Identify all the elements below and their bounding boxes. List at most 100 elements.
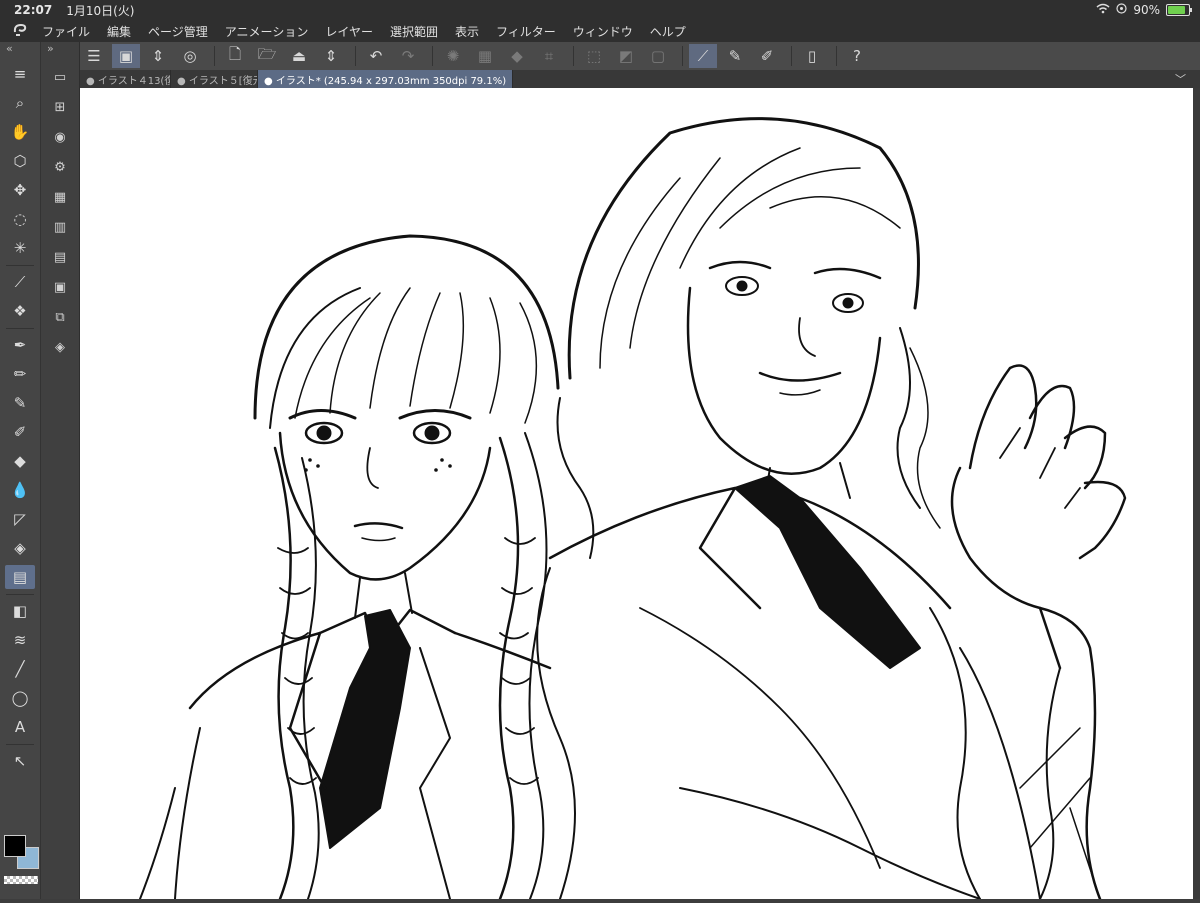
toolbar-separator xyxy=(214,46,215,66)
updown-chevron-icon[interactable]: ⇕ xyxy=(144,44,172,68)
device-icon[interactable]: ▯ xyxy=(798,44,826,68)
canvas-area xyxy=(80,88,1200,901)
tool-palette: « ≡ ⌕ ✋ ⬡ ✥ ◌ ✳ ⟋ ❖ ✒ ✏ ✎ ✐ ◆ 💧 ◸ ◈ ▤ ◧ … xyxy=(0,42,41,899)
tool-property-icon[interactable]: ⚙ xyxy=(47,156,73,178)
transparent-color-swatch[interactable] xyxy=(4,876,38,884)
sketch-artwork xyxy=(139,117,1127,901)
chevron-down-icon[interactable]: ﹀ xyxy=(1175,71,1186,87)
document-tabs: ● イラスト４13(復 ● イラスト５[復元 ● イラスト* (245.94 x… xyxy=(80,70,1200,88)
tab-illust5[interactable]: ● イラスト５[復元 xyxy=(171,70,258,88)
menu-selection[interactable]: 選択範囲 xyxy=(390,23,438,40)
brush-icon[interactable]: ✎ xyxy=(5,391,35,415)
pattern-icon[interactable]: ❖ xyxy=(5,299,35,323)
brush-snap-icon[interactable]: ✎ xyxy=(721,44,749,68)
status-right: 90% xyxy=(1096,0,1192,20)
color-swatches xyxy=(4,835,39,875)
eraser-icon[interactable]: ◆ xyxy=(5,449,35,473)
magic-wand-icon[interactable]: ✳ xyxy=(5,236,35,260)
menu-edit[interactable]: 編集 xyxy=(107,23,131,40)
palette-panel-icon[interactable]: ▭ xyxy=(47,66,73,88)
fill-icon[interactable]: ◆ xyxy=(503,44,531,68)
open-folder-icon[interactable]: 🗁 xyxy=(253,44,281,68)
edit-pen-icon[interactable]: ✐ xyxy=(753,44,781,68)
redo-icon[interactable]: ↷ xyxy=(394,44,422,68)
grid-select-icon[interactable]: ▦ xyxy=(471,44,499,68)
blend-icon[interactable]: 💧 xyxy=(5,478,35,502)
battery-icon xyxy=(1166,4,1192,16)
spiral-icon[interactable]: ◎ xyxy=(176,44,204,68)
tab-illust4[interactable]: ● イラスト４13(復 xyxy=(80,70,171,88)
menu-view[interactable]: 表示 xyxy=(455,23,479,40)
deselect-icon[interactable]: ⬚ xyxy=(580,44,608,68)
object-select-icon[interactable]: ⬡ xyxy=(5,149,35,173)
toolbar-separator xyxy=(573,46,574,66)
collapse-left-icon[interactable]: « xyxy=(6,42,13,60)
operation-icon[interactable]: ↖ xyxy=(5,749,35,773)
layer-stack-icon[interactable]: ≋ xyxy=(5,628,35,652)
tool-separator xyxy=(6,744,34,745)
toolbar-separator xyxy=(682,46,683,66)
toolbar-separator xyxy=(432,46,433,66)
new-canvas-icon[interactable]: ▣ xyxy=(112,44,140,68)
fill-bucket-icon[interactable]: ◈ xyxy=(5,536,35,560)
timeline-icon[interactable]: ▤ xyxy=(47,246,73,268)
menu-filter[interactable]: フィルター xyxy=(496,23,556,40)
toolbar-separator xyxy=(836,46,837,66)
sub-palette-header: » xyxy=(41,42,79,60)
hand-icon[interactable]: ✋ xyxy=(5,120,35,144)
collapse-right-icon[interactable]: » xyxy=(47,42,54,60)
animation-cels-icon[interactable]: ▥ xyxy=(47,216,73,238)
lasso-icon[interactable]: ◌ xyxy=(5,207,35,231)
menu-page-management[interactable]: ページ管理 xyxy=(148,23,208,40)
brush-size-icon[interactable]: ◉ xyxy=(47,126,73,148)
pen-icon[interactable]: ✒ xyxy=(5,333,35,357)
main-color-swatch[interactable] xyxy=(4,835,26,857)
layer-property-icon[interactable]: ⊞ xyxy=(47,96,73,118)
palette-header: « xyxy=(0,42,40,60)
layer-search-icon[interactable]: ⧉ xyxy=(47,306,73,328)
battery-percent: 90% xyxy=(1133,3,1160,17)
color-set-icon[interactable]: ▦ xyxy=(47,186,73,208)
menu-help[interactable]: ヘルプ xyxy=(650,23,686,40)
palette-menu-icon[interactable]: ≡ xyxy=(5,62,35,86)
new-file-icon[interactable]: 🗋 xyxy=(221,44,249,68)
ruler-snap-icon[interactable]: ⟋ xyxy=(689,44,717,68)
menu-layer[interactable]: レイヤー xyxy=(325,23,373,40)
selection-border-icon[interactable]: ▢ xyxy=(644,44,672,68)
menu-window[interactable]: ウィンドウ xyxy=(573,23,633,40)
menu-file[interactable]: ファイル xyxy=(42,23,90,40)
line-icon[interactable]: ╱ xyxy=(5,657,35,681)
location-icon xyxy=(1116,3,1127,17)
app-logo-icon[interactable] xyxy=(12,22,42,41)
gradient-icon[interactable]: ◧ xyxy=(5,599,35,623)
tool-separator xyxy=(6,265,34,266)
toolbar-separator xyxy=(791,46,792,66)
text-icon[interactable]: A xyxy=(5,715,35,739)
invert-selection-icon[interactable]: ◩ xyxy=(612,44,640,68)
drawing-canvas[interactable] xyxy=(80,88,1193,901)
hamburger-menu-icon[interactable]: ☰ xyxy=(80,44,108,68)
airbrush-icon[interactable]: ✐ xyxy=(5,420,35,444)
figure-icon[interactable]: ◸ xyxy=(5,507,35,531)
pencil-icon[interactable]: ✏ xyxy=(5,362,35,386)
crop-icon[interactable]: ⌗ xyxy=(535,44,563,68)
loading-icon[interactable]: ✺ xyxy=(439,44,467,68)
status-date: 1月10日(火) xyxy=(66,3,135,18)
menu-animation[interactable]: アニメーション xyxy=(225,23,309,40)
tab-illust-current[interactable]: ● イラスト* (245.94 x 297.03mm 350dpi 79.1%) xyxy=(258,70,514,88)
navigator-icon[interactable]: ▣ xyxy=(47,276,73,298)
sub-tool-palette: » ▭ ⊞ ◉ ⚙ ▦ ▥ ▤ ▣ ⧉ ◈ xyxy=(41,42,80,899)
zoom-icon[interactable]: ⌕ xyxy=(5,91,35,115)
layers-icon[interactable]: ◈ xyxy=(47,336,73,358)
tool-separator xyxy=(6,328,34,329)
save-icon[interactable]: ⏏ xyxy=(285,44,313,68)
status-time: 22:07 xyxy=(14,3,53,17)
fill-tool-icon[interactable]: ▤ xyxy=(5,565,35,589)
move-icon[interactable]: ✥ xyxy=(5,178,35,202)
eyedropper-icon[interactable]: ⟋ xyxy=(5,270,35,294)
updown-chevron-icon-2[interactable]: ⇕ xyxy=(317,44,345,68)
undo-icon[interactable]: ↶ xyxy=(362,44,390,68)
balloon-icon[interactable]: ◯ xyxy=(5,686,35,710)
help-icon[interactable]: ? xyxy=(843,44,871,68)
toolbar-separator xyxy=(355,46,356,66)
